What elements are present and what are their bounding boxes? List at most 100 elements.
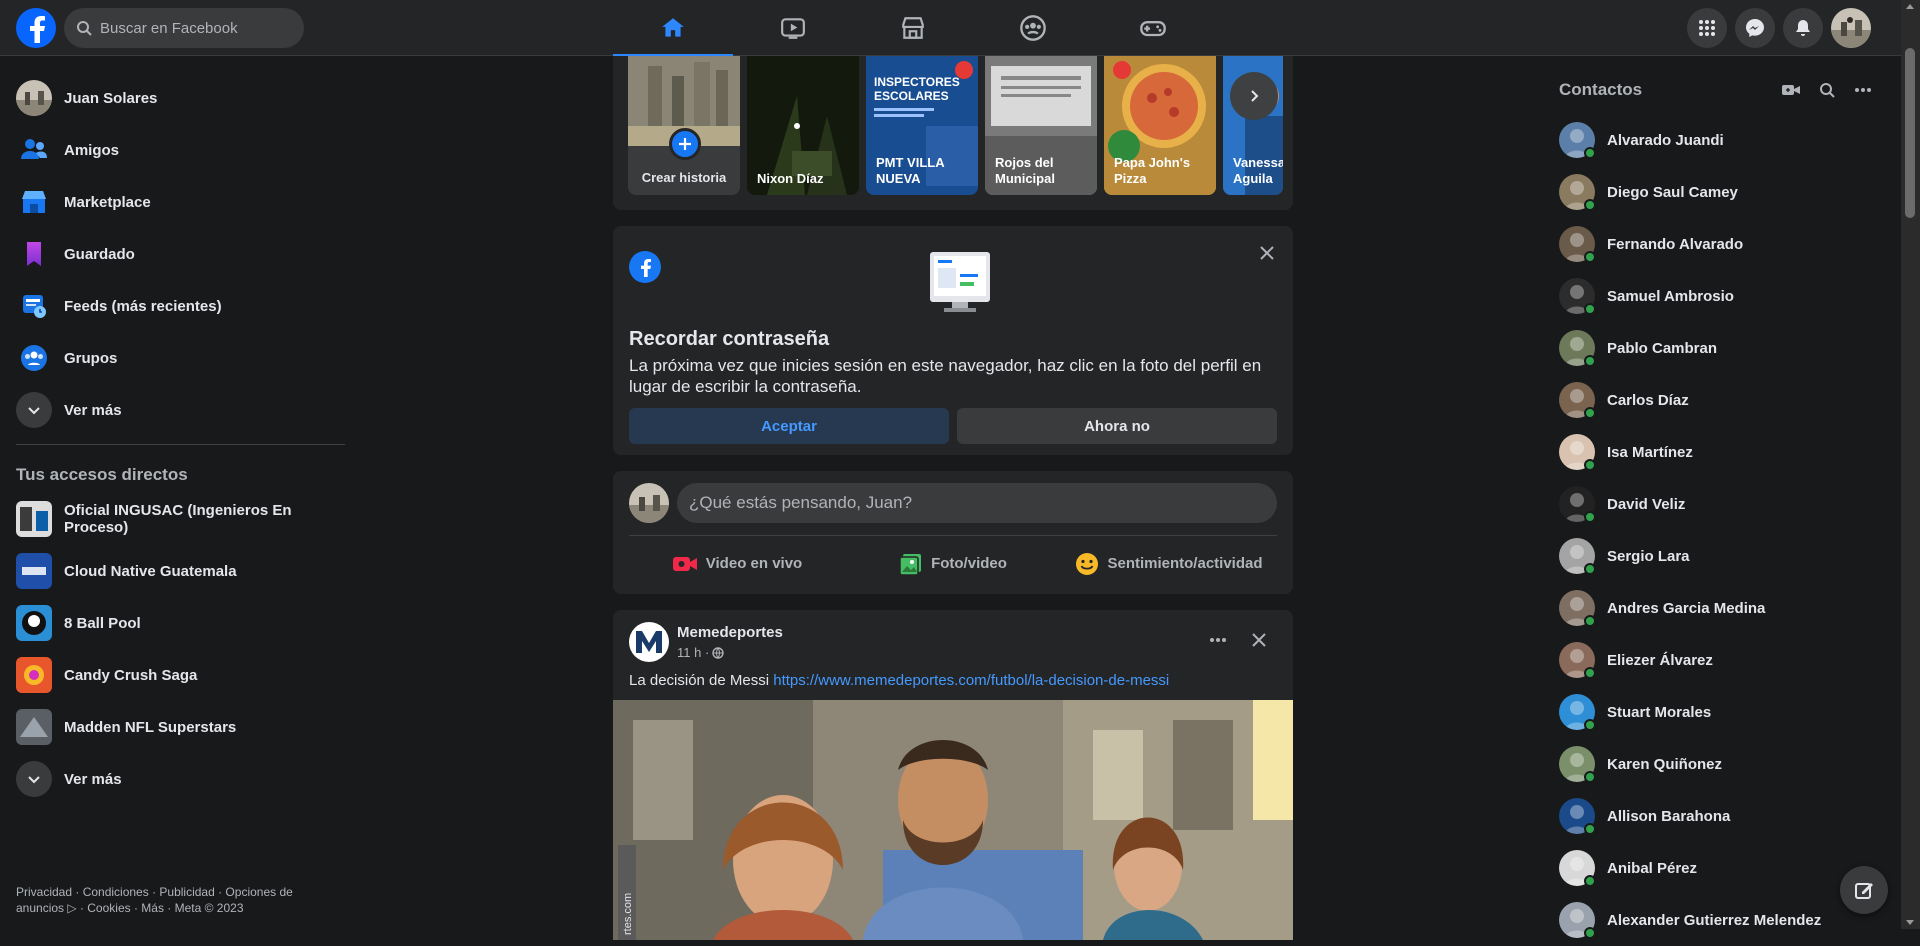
contact-row[interactable]: Isa Martínez (1551, 426, 1881, 478)
left-sidebar: Juan Solares Amigos Marketplace Guardado… (8, 72, 353, 805)
sidebar-item-label: Marketplace (64, 193, 151, 211)
contact-row[interactable]: Fernando Alvarado (1551, 218, 1881, 270)
shortcut-cloud-native[interactable]: Cloud Native Guatemala (8, 545, 353, 597)
search-input[interactable] (100, 19, 280, 37)
online-status-dot-icon (1584, 823, 1596, 835)
account-avatar[interactable] (1831, 8, 1871, 48)
contact-row[interactable]: Eliezer Álvarez (1551, 634, 1881, 686)
composer-input[interactable]: ¿Qué estás pensando, Juan? (677, 483, 1277, 523)
contact-row[interactable]: Sergio Lara (1551, 530, 1881, 582)
post-options-button[interactable] (1200, 622, 1236, 658)
scrollbar-thumb[interactable] (1905, 48, 1915, 218)
see-more-button[interactable]: Ver más (8, 384, 353, 436)
contact-row[interactable]: Pablo Cambran (1551, 322, 1881, 374)
feeling-activity-button[interactable]: Sentimiento/actividad (1061, 552, 1277, 576)
shortcut-thumbnail (16, 553, 52, 589)
contacts-header: Contactos (1551, 72, 1881, 108)
story-item[interactable]: Nixon Díaz (747, 56, 859, 195)
contact-row[interactable]: Alvarado Juandi (1551, 114, 1881, 166)
new-room-button[interactable] (1773, 72, 1809, 108)
post-author-name[interactable]: Memedeportes (677, 624, 783, 641)
contact-avatar (1559, 798, 1596, 835)
not-now-button[interactable]: Ahora no (957, 408, 1277, 444)
shortcuts-see-more-button[interactable]: Ver más (8, 753, 353, 805)
sidebar-item-marketplace[interactable]: Marketplace (8, 176, 353, 228)
contact-row[interactable]: Samuel Ambrosio (1551, 270, 1881, 322)
contact-row[interactable]: Allison Barahona (1551, 790, 1881, 842)
contact-name: Alexander Gutierrez Melendez (1607, 911, 1822, 929)
contacts-title: Contactos (1559, 80, 1643, 99)
stories-tray: Crear historia Nixon Díaz INSPECTORES ESC… (613, 56, 1293, 210)
photo-video-button[interactable]: Foto/video (845, 552, 1061, 576)
video-room-icon (1782, 85, 1800, 95)
online-status-dot-icon (1584, 615, 1596, 627)
accept-button[interactable]: Aceptar (629, 408, 949, 444)
contact-row[interactable]: Alexander Gutierrez Melendez (1551, 894, 1881, 946)
page-scrollbar[interactable] (1901, 0, 1920, 929)
scroll-up-arrow-icon[interactable] (1906, 4, 1914, 9)
scroll-down-arrow-icon[interactable] (1906, 920, 1914, 925)
browser-illustration-icon (930, 252, 990, 319)
story-item[interactable]: Rojos del Municipal (985, 56, 1097, 195)
top-navigation-bar (0, 0, 1901, 57)
contact-row[interactable]: Anibal Pérez (1551, 842, 1881, 894)
tab-groups[interactable] (973, 0, 1093, 56)
contact-row[interactable]: Diego Saul Camey (1551, 166, 1881, 218)
contact-row[interactable]: Stuart Morales (1551, 686, 1881, 738)
post-author-avatar[interactable] (629, 622, 669, 662)
search-bar[interactable] (64, 8, 304, 48)
shortcut-label: Madden NFL Superstars (64, 718, 237, 736)
story-item[interactable]: Papa John's Pizza (1104, 56, 1216, 195)
stories-next-button[interactable] (1230, 72, 1278, 120)
tab-watch[interactable] (733, 0, 853, 56)
footer-line[interactable]: anuncios ▷ · Cookies · Más · Meta © 2023 (16, 900, 336, 916)
sidebar-item-groups[interactable]: Grupos (8, 332, 353, 384)
memedeportes-logo-icon (636, 631, 662, 653)
live-video-button[interactable]: Video en vivo (629, 554, 845, 574)
footer-line[interactable]: Privacidad · Condiciones · Publicidad · … (16, 884, 336, 900)
tab-marketplace[interactable] (853, 0, 973, 56)
contact-avatar (1559, 746, 1596, 783)
search-icon (77, 21, 92, 36)
story-label: Vanessa Aguila (1233, 155, 1283, 186)
shortcut-8-ball-pool[interactable]: 8 Ball Pool (8, 597, 353, 649)
messenger-button[interactable] (1735, 8, 1775, 48)
facebook-logo-icon[interactable] (16, 8, 56, 48)
search-contacts-button[interactable] (1809, 72, 1845, 108)
menu-button[interactable] (1687, 8, 1727, 48)
groups-icon (1020, 15, 1046, 41)
post-image[interactable]: rtes.com (613, 700, 1293, 940)
composer-avatar[interactable] (629, 483, 669, 523)
close-button[interactable] (1255, 241, 1279, 265)
sidebar-item-feeds[interactable]: Feeds (más recientes) (8, 280, 353, 332)
shortcut-candy-crush[interactable]: Candy Crush Saga (8, 649, 353, 701)
contact-row[interactable]: Karen Quiñonez (1551, 738, 1881, 790)
sidebar-item-saved[interactable]: Guardado (8, 228, 353, 280)
contact-avatar (1559, 590, 1596, 627)
sidebar-item-label: Feeds (más recientes) (64, 297, 222, 315)
hide-post-button[interactable] (1241, 622, 1277, 658)
new-message-button[interactable] (1840, 866, 1888, 914)
shortcut-madden[interactable]: Madden NFL Superstars (8, 701, 353, 753)
contacts-options-button[interactable] (1845, 72, 1881, 108)
contact-name: Sergio Lara (1607, 547, 1690, 565)
footer-links[interactable]: Privacidad · Condiciones · Publicidad · … (16, 884, 336, 916)
live-video-icon (672, 556, 697, 571)
friends-icon (16, 132, 52, 168)
tab-home[interactable] (613, 0, 733, 57)
sidebar-item-profile[interactable]: Juan Solares (8, 72, 353, 124)
story-create[interactable]: Crear historia (628, 56, 740, 195)
contact-avatar (1559, 694, 1596, 731)
shortcut-ingusac[interactable]: Oficial INGUSAC (Ingenieros En Proceso) (8, 493, 353, 545)
post-time[interactable]: 11 h · (677, 645, 709, 660)
photo-video-icon (899, 553, 922, 576)
contact-row[interactable]: Carlos Díaz (1551, 374, 1881, 426)
gaming-icon (1140, 21, 1166, 37)
contact-row[interactable]: David Veliz (1551, 478, 1881, 530)
tab-gaming[interactable] (1093, 0, 1213, 56)
contact-row[interactable]: Andres Garcia Medina (1551, 582, 1881, 634)
notifications-button[interactable] (1783, 8, 1823, 48)
sidebar-item-friends[interactable]: Amigos (8, 124, 353, 176)
post-link[interactable]: https://www.memedeportes.com/futbol/la-d… (773, 672, 1169, 689)
story-item[interactable]: INSPECTORES ESCOLARES PMT VILLA NUEVA (866, 56, 978, 195)
